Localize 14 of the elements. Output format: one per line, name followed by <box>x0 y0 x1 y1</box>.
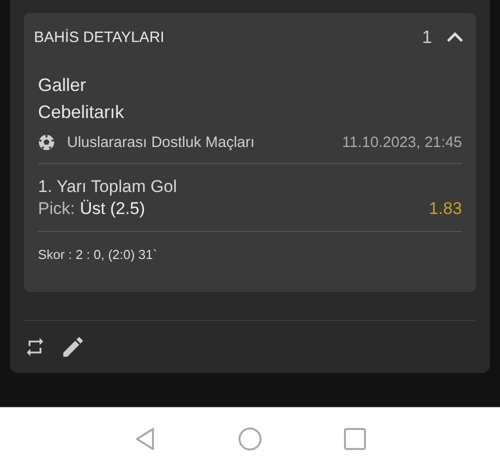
soccer-ball-icon <box>38 134 55 151</box>
market-name: 1. Yarı Toplam Gol <box>38 177 178 197</box>
repeat-icon[interactable] <box>24 336 46 358</box>
match-datetime: 11.10.2023, 21:45 <box>342 134 462 151</box>
score-text: Skor : 2 : 0, (2:0) 31` <box>38 247 158 262</box>
pick-label: Pick: <box>38 199 75 219</box>
section-title: BAHİS DETAYLARI <box>34 28 166 46</box>
chevron-icon[interactable] <box>446 31 464 43</box>
team-name: Galler <box>38 74 88 97</box>
bet-count: 1 <box>422 26 432 48</box>
team-name: Cebelitarık <box>38 101 126 124</box>
pick-value: Üst (2.5) <box>80 199 146 219</box>
league-name: Uluslararası Dostluk Maçları <box>67 134 256 151</box>
odds-value: 1.83 <box>428 199 462 219</box>
